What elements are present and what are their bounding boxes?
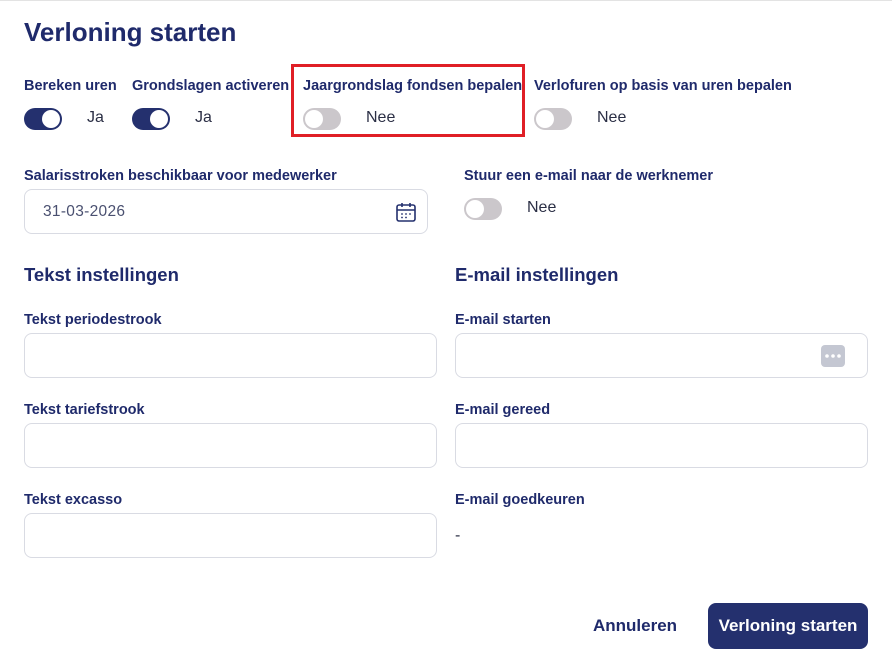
verlofuren-toggle[interactable] xyxy=(534,108,572,130)
tekst-excasso-input[interactable] xyxy=(24,513,437,558)
email-werknemer-label: Stuur een e-mail naar de werknemer xyxy=(464,168,714,184)
email-starten-select[interactable] xyxy=(455,333,868,378)
tekst-tariefstrook-label: Tekst tariefstrook xyxy=(24,402,145,418)
dots-glyph xyxy=(825,354,841,358)
toggle-knob xyxy=(150,110,168,128)
calendar-icon[interactable] xyxy=(395,201,417,223)
grondslagen-activeren-value: Ja xyxy=(195,109,212,126)
salarisstroken-label: Salarisstroken beschikbaar voor medewerk… xyxy=(24,168,337,184)
toggle-knob xyxy=(466,200,484,218)
tekst-periodestrook-input[interactable] xyxy=(24,333,437,378)
toggle-knob xyxy=(305,110,323,128)
toggle-knob xyxy=(42,110,60,128)
email-instellingen-title: E-mail instellingen xyxy=(455,264,619,285)
bereken-uren-label: Bereken uren xyxy=(24,78,117,94)
email-goedkeuren-value: - xyxy=(455,527,461,544)
verloning-starten-button[interactable]: Verloning starten xyxy=(708,603,868,649)
email-gereed-label: E-mail gereed xyxy=(455,402,551,418)
bereken-uren-value: Ja xyxy=(87,109,104,126)
dialog-title: Verloning starten xyxy=(24,17,237,47)
tekst-instellingen-title: Tekst instellingen xyxy=(24,264,179,285)
verlofuren-label: Verlofuren op basis van uren bepalen xyxy=(534,78,792,94)
tekst-tariefstrook-input[interactable] xyxy=(24,423,437,468)
jaargrondslag-toggle[interactable] xyxy=(303,108,341,130)
jaargrondslag-value: Nee xyxy=(366,109,396,126)
grondslagen-activeren-label: Grondslagen activeren xyxy=(132,78,290,94)
verlofuren-value: Nee xyxy=(597,109,627,126)
email-starten-label: E-mail starten xyxy=(455,312,551,328)
jaargrondslag-label: Jaargrondslag fondsen bepalen xyxy=(303,78,523,94)
tekst-excasso-label: Tekst excasso xyxy=(24,492,123,508)
email-werknemer-toggle[interactable] xyxy=(464,198,502,220)
email-werknemer-value: Nee xyxy=(527,199,557,216)
verloning-starten-dialog: Verloning starten Bereken uren Ja Gronds… xyxy=(0,0,892,671)
salarisstroken-date-field[interactable]: 31-03-2026 xyxy=(24,189,428,234)
email-goedkeuren-label: E-mail goedkeuren xyxy=(455,492,585,508)
tekst-periodestrook-label: Tekst periodestrook xyxy=(24,312,162,328)
bereken-uren-toggle[interactable] xyxy=(24,108,62,130)
date-value: 31-03-2026 xyxy=(43,203,126,220)
grondslagen-activeren-toggle[interactable] xyxy=(132,108,170,130)
toggle-knob xyxy=(536,110,554,128)
cancel-button[interactable]: Annuleren xyxy=(580,604,690,648)
email-gereed-input[interactable] xyxy=(455,423,868,468)
more-dots-icon[interactable] xyxy=(821,345,845,367)
